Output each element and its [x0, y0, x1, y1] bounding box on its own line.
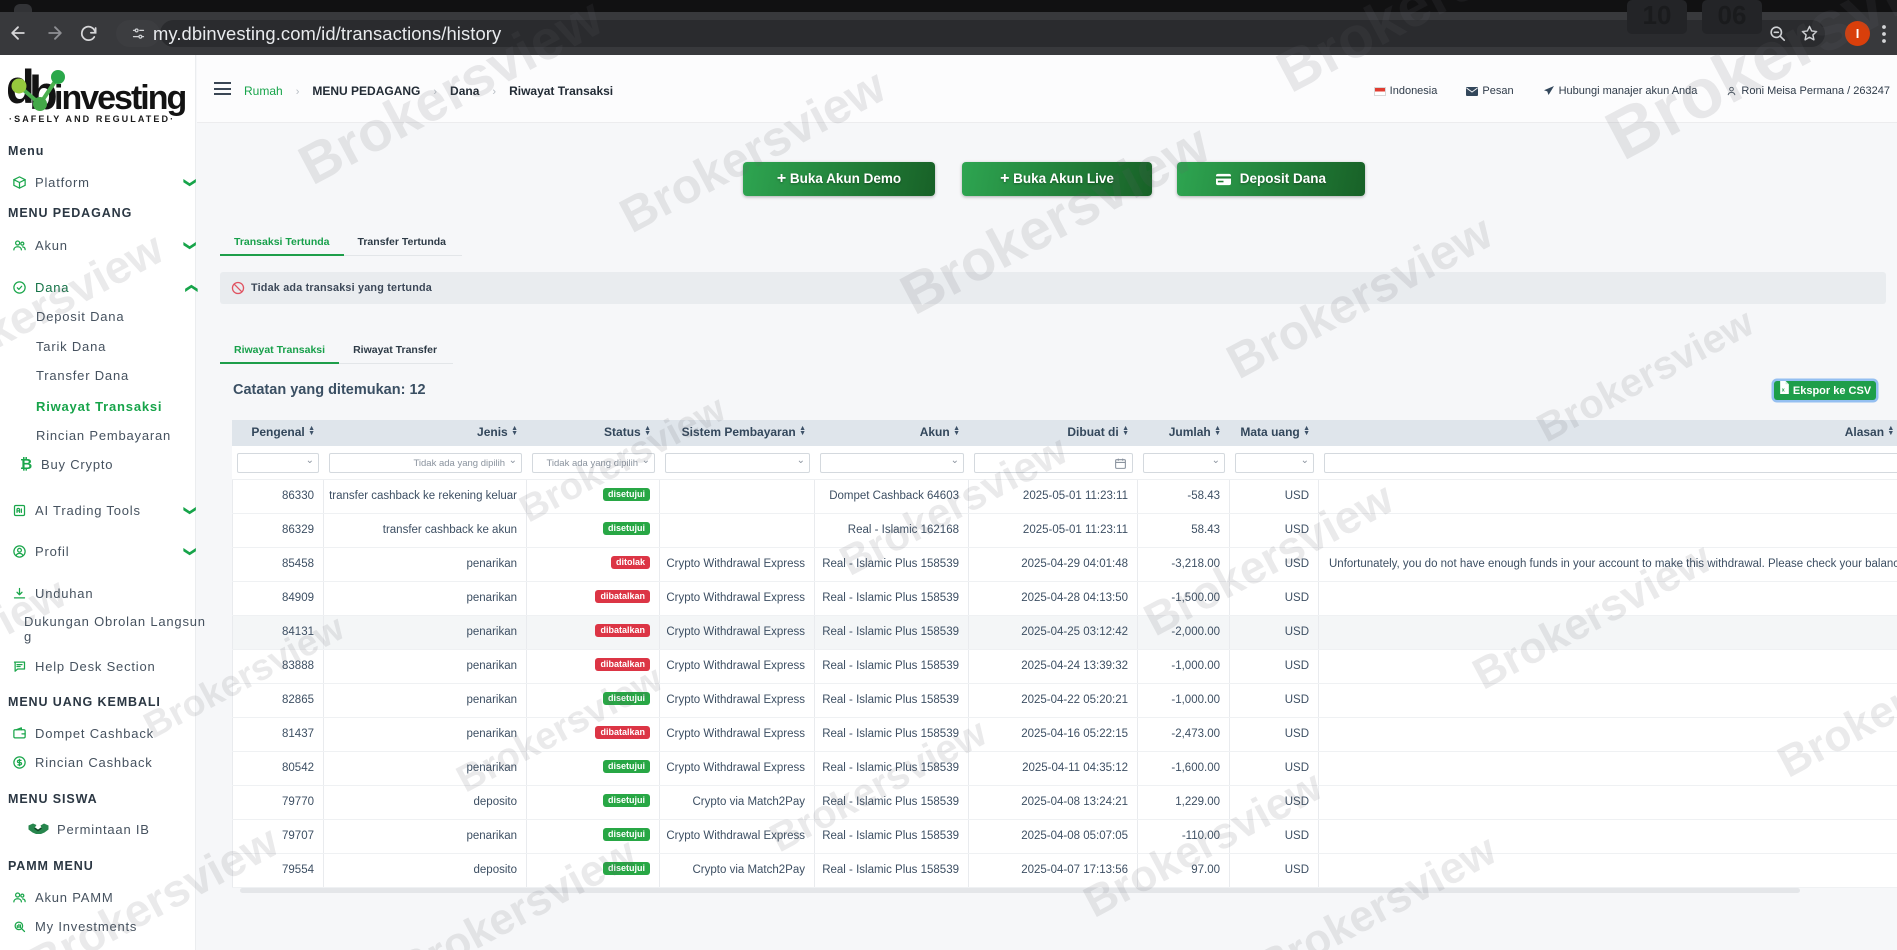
svg-text:x: x [1782, 387, 1785, 393]
